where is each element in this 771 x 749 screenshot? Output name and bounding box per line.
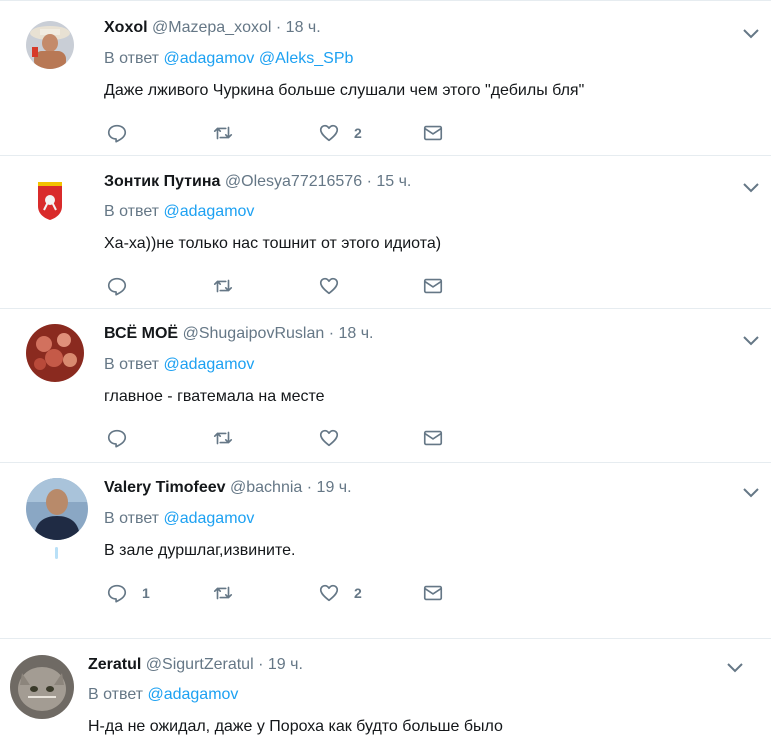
timestamp[interactable]: · 19 ч.: [258, 656, 303, 673]
fullname[interactable]: Zeratul: [88, 656, 141, 673]
retweet-icon: [213, 279, 233, 293]
reply-button[interactable]: [106, 121, 142, 145]
username[interactable]: @ShugaipovRuslan: [183, 325, 325, 342]
reply-context: В ответ @adagamov: [104, 509, 254, 529]
avatar[interactable]: [26, 21, 74, 69]
reply-prefix: В ответ: [104, 356, 160, 373]
like-button[interactable]: [318, 426, 354, 450]
reply-prefix: В ответ: [104, 50, 160, 67]
timestamp[interactable]: · 18 ч.: [329, 325, 374, 342]
mention-link[interactable]: @adagamov: [163, 510, 254, 527]
tweet-header: Zeratul @SigurtZeratul · 19 ч.: [88, 655, 303, 675]
tweet-actions: 2: [106, 121, 446, 145]
tweet-header: Зонтик Путина @Olesya77216576 · 15 ч.: [104, 172, 411, 192]
chevron-down-icon[interactable]: [741, 330, 761, 350]
retweet-icon: [213, 431, 233, 445]
retweet-button[interactable]: [212, 121, 248, 145]
chevron-down-icon[interactable]: [725, 657, 745, 677]
reply-context: В ответ @adagamov: [104, 202, 254, 222]
tweet-text: Ха-ха))не только нас тошнит от этого иди…: [104, 235, 442, 252]
tweet[interactable]: Зонтик Путина @Olesya77216576 · 15 ч. В …: [0, 156, 771, 309]
fullname[interactable]: Xoxol: [104, 19, 148, 36]
chevron-down-icon[interactable]: [741, 177, 761, 197]
reply-prefix: В ответ: [104, 203, 160, 220]
timestamp[interactable]: · 19 ч.: [307, 479, 352, 496]
reply-icon: [107, 277, 127, 296]
reply-icon: [107, 584, 127, 603]
chevron-down-icon[interactable]: [741, 23, 761, 43]
username[interactable]: @SigurtZeratul: [146, 656, 254, 673]
fullname[interactable]: ВСЁ МОЁ: [104, 325, 178, 342]
tweet[interactable]: ВСЁ МОЁ @ShugaipovRuslan · 18 ч. В ответ…: [0, 309, 771, 463]
mention-link[interactable]: @adagamov: [147, 686, 238, 703]
avatar[interactable]: [26, 324, 84, 382]
username[interactable]: @Olesya77216576: [225, 173, 362, 190]
envelope-icon: [423, 430, 443, 446]
mention-link[interactable]: @adagamov: [163, 50, 254, 67]
avatar[interactable]: [26, 478, 88, 540]
retweet-icon: [213, 586, 233, 600]
avatar[interactable]: [10, 655, 74, 719]
direct-message-button[interactable]: [422, 581, 444, 605]
heart-icon: [319, 277, 339, 295]
avatar[interactable]: [26, 176, 74, 224]
like-count: 2: [354, 125, 362, 141]
timestamp[interactable]: · 15 ч.: [367, 173, 412, 190]
like-button[interactable]: 2: [318, 121, 362, 145]
fullname[interactable]: Зонтик Путина: [104, 173, 220, 190]
reply-context: В ответ @adagamov: [104, 355, 254, 375]
tweet[interactable]: Valery Timofeev @bachnia · 19 ч. В ответ…: [0, 463, 771, 639]
tweet-actions: [106, 274, 446, 298]
reply-icon: [107, 124, 127, 143]
retweet-button[interactable]: [212, 274, 248, 298]
like-button[interactable]: [318, 274, 354, 298]
like-count: 2: [354, 585, 362, 601]
mention-link[interactable]: @adagamov: [163, 356, 254, 373]
reply-context: В ответ @adagamov: [88, 685, 238, 705]
envelope-icon: [423, 278, 443, 294]
tweet-text: главное - гватемала на месте: [104, 388, 325, 405]
reply-context: В ответ @adagamov @Aleks_SPb: [104, 49, 353, 69]
direct-message-button[interactable]: [422, 274, 444, 298]
tweet-header: ВСЁ МОЁ @ShugaipovRuslan · 18 ч.: [104, 324, 374, 344]
chevron-down-icon[interactable]: [741, 482, 761, 502]
tweet-actions: 1 2: [106, 581, 446, 605]
reply-count: 1: [142, 585, 150, 601]
retweet-button[interactable]: [212, 426, 248, 450]
username[interactable]: @bachnia: [230, 479, 302, 496]
tweet-text: Н-да не ожидал, даже у Пороха как будто …: [88, 718, 503, 735]
heart-icon: [319, 429, 339, 447]
username[interactable]: @Mazepa_xoxol: [152, 19, 271, 36]
reply-button[interactable]: [106, 426, 142, 450]
reply-icon: [107, 429, 127, 448]
retweet-icon: [213, 126, 233, 140]
envelope-icon: [423, 585, 443, 601]
tweet-actions: [106, 426, 446, 450]
reply-prefix: В ответ: [104, 510, 160, 527]
direct-message-button[interactable]: [422, 121, 444, 145]
tweet-header: Xoxol @Mazepa_xoxol · 18 ч.: [104, 18, 321, 38]
reply-prefix: В ответ: [88, 686, 144, 703]
mention-link[interactable]: @Aleks_SPb: [259, 50, 354, 67]
tweet-header: Valery Timofeev @bachnia · 19 ч.: [104, 478, 352, 498]
reply-button[interactable]: 1: [106, 581, 150, 605]
envelope-icon: [423, 125, 443, 141]
heart-icon: [319, 124, 339, 142]
tweet-text: Даже лживого Чуркина больше слушали чем …: [104, 82, 585, 99]
thread-connector: [55, 547, 58, 559]
timestamp[interactable]: · 18 ч.: [276, 19, 321, 36]
fullname[interactable]: Valery Timofeev: [104, 479, 226, 496]
tweet-text: В зале дуршлаг,извините.: [104, 542, 296, 559]
reply-button[interactable]: [106, 274, 142, 298]
tweet[interactable]: Xoxol @Mazepa_xoxol · 18 ч. В ответ @ada…: [0, 0, 771, 156]
retweet-button[interactable]: [212, 581, 248, 605]
like-button[interactable]: 2: [318, 581, 362, 605]
tweet[interactable]: Zeratul @SigurtZeratul · 19 ч. В ответ @…: [0, 639, 771, 749]
direct-message-button[interactable]: [422, 426, 444, 450]
heart-icon: [319, 584, 339, 602]
mention-link[interactable]: @adagamov: [163, 203, 254, 220]
